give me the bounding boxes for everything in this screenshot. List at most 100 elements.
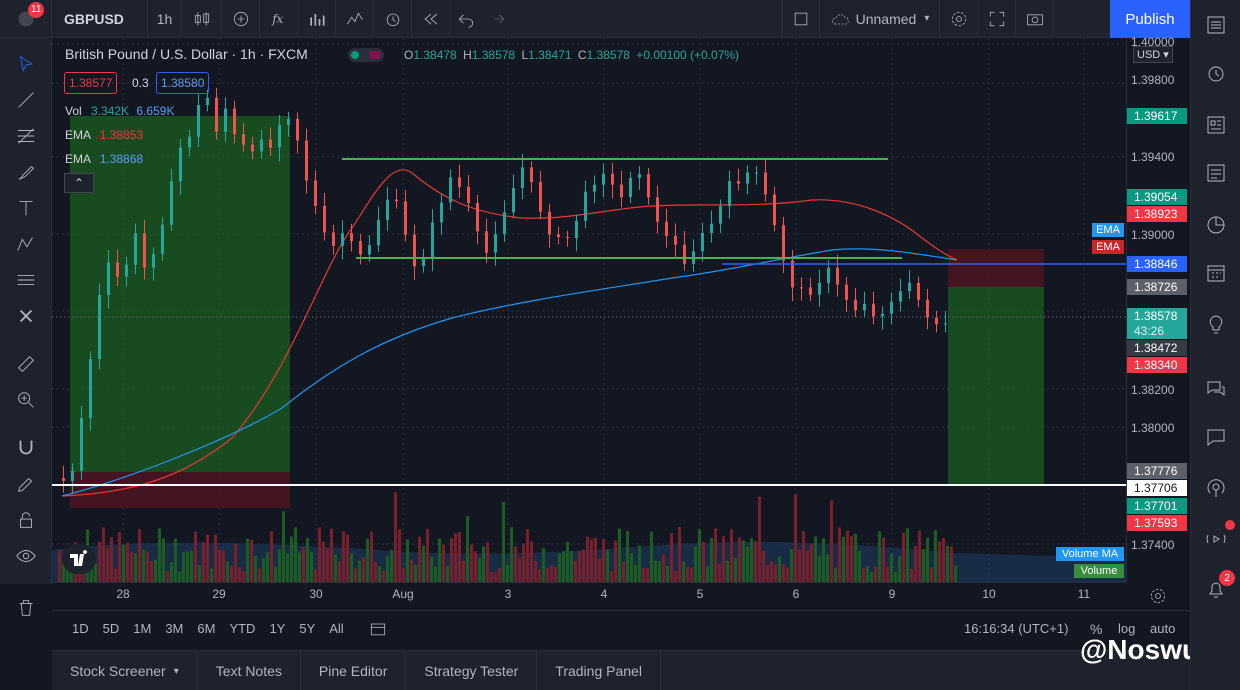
- volume-bar: [378, 566, 381, 582]
- range-6m[interactable]: 6M: [197, 621, 215, 636]
- tab-strategy-tester[interactable]: Strategy Tester: [406, 651, 538, 690]
- brush-tool[interactable]: [12, 158, 40, 186]
- price-chart[interactable]: [52, 38, 1126, 582]
- price-label: 1.38200: [1131, 383, 1175, 397]
- date-range-button[interactable]: [368, 619, 392, 639]
- sell-button[interactable]: 1.38577: [64, 72, 118, 94]
- prediction-tool[interactable]: [12, 266, 40, 294]
- volume-bar: [782, 564, 785, 582]
- messages-button[interactable]: [1203, 424, 1229, 450]
- chart-type-button[interactable]: [182, 0, 222, 38]
- financials-button[interactable]: [336, 0, 374, 38]
- fib-tool[interactable]: [12, 122, 40, 150]
- lightbulb-icon: [1209, 315, 1223, 334]
- templates-button[interactable]: [298, 0, 336, 38]
- volume-bar: [326, 548, 329, 582]
- alert-button[interactable]: [374, 0, 412, 38]
- data-window-button[interactable]: [1203, 112, 1229, 138]
- volume-bar: [634, 564, 637, 582]
- hide-drawings-tool[interactable]: [12, 542, 40, 570]
- calendar-button[interactable]: [1203, 212, 1229, 238]
- replay-button[interactable]: [412, 0, 450, 38]
- currency-select[interactable]: USD ▾: [1133, 46, 1173, 63]
- volume-bar: [318, 527, 321, 582]
- chart-canvas[interactable]: [52, 38, 1126, 582]
- cursor-tool[interactable]: [12, 50, 40, 78]
- volume-bar: [870, 571, 873, 582]
- candle-body: [881, 313, 884, 317]
- streams-button[interactable]: [1203, 476, 1229, 502]
- stay-drawing-tool[interactable]: [12, 470, 40, 498]
- lock-drawings-tool[interactable]: [12, 506, 40, 534]
- volume-bar: [614, 540, 617, 582]
- volume-bar: [314, 569, 317, 582]
- compare-button[interactable]: [222, 0, 260, 38]
- range-1d[interactable]: 1D: [72, 621, 89, 636]
- ideas-button[interactable]: [1203, 312, 1229, 338]
- time-axis[interactable]: 28 29 30 Aug 3 4 5 6 9 10 11: [52, 582, 1126, 608]
- volume-bar: [846, 530, 849, 582]
- events-button[interactable]: [1203, 260, 1229, 286]
- volume-bar: [506, 564, 509, 582]
- volume-legend[interactable]: Vol 3.342K 6.659K: [65, 104, 174, 118]
- price-axis[interactable]: 1.40000 USD ▾ 1.39800 1.39400 1.39000 1.…: [1126, 35, 1190, 582]
- tab-pine-editor[interactable]: Pine Editor: [301, 651, 407, 690]
- interval-button[interactable]: 1h: [148, 0, 182, 38]
- delete-drawings-tool[interactable]: [12, 594, 40, 622]
- buy-button[interactable]: 1.38580: [156, 72, 210, 94]
- volume-bar: [918, 530, 921, 582]
- volume-bar: [278, 549, 281, 582]
- text-tool[interactable]: [12, 194, 40, 222]
- tab-stock-screener[interactable]: Stock Screener ▾: [52, 651, 198, 690]
- live-button[interactable]: [1203, 526, 1229, 552]
- settings-button[interactable]: [940, 0, 978, 38]
- undo-button[interactable]: [450, 0, 482, 38]
- chevron-up-icon: ⌃: [73, 176, 85, 190]
- volume-bar: [474, 551, 477, 582]
- alerts-button[interactable]: [1203, 60, 1229, 86]
- range-ytd[interactable]: YTD: [229, 621, 255, 636]
- symbol-search[interactable]: GBPUSD: [52, 0, 148, 38]
- watchlist-button[interactable]: [1203, 12, 1229, 38]
- magnet-tool[interactable]: [12, 434, 40, 462]
- range-1y[interactable]: 1Y: [269, 621, 285, 636]
- tab-trading-panel[interactable]: Trading Panel: [537, 651, 661, 690]
- candle-body: [728, 181, 731, 207]
- remove-tool[interactable]: [12, 302, 40, 330]
- candle-body: [422, 258, 425, 267]
- range-5d[interactable]: 5D: [103, 621, 120, 636]
- tv-logo[interactable]: [62, 544, 96, 574]
- market-status[interactable]: [348, 48, 388, 64]
- candle-body: [161, 224, 164, 255]
- trendline-tool[interactable]: [12, 86, 40, 114]
- expand-button[interactable]: [978, 0, 1016, 38]
- clock-readout[interactable]: 16:16:34 (UTC+1): [964, 621, 1068, 636]
- volume-bar: [406, 539, 409, 582]
- ema1-legend[interactable]: EMA 1.38853: [65, 128, 143, 142]
- tab-text-notes[interactable]: Text Notes: [198, 651, 301, 690]
- hotlist-button[interactable]: [1203, 160, 1229, 186]
- volume-bar: [922, 549, 925, 582]
- volume-bar: [282, 511, 285, 582]
- range-1m[interactable]: 1M: [133, 621, 151, 636]
- axis-settings-button[interactable]: [1148, 586, 1168, 606]
- snapshot-button[interactable]: [1016, 0, 1054, 38]
- chats-button[interactable]: [1203, 376, 1229, 402]
- fullscreen-toggle[interactable]: [782, 0, 820, 38]
- last-price-tag: 1.38578: [1127, 308, 1187, 324]
- pattern-tool[interactable]: [12, 230, 40, 258]
- menu-button[interactable]: 11: [0, 0, 52, 38]
- indicators-button[interactable]: fx: [260, 0, 298, 38]
- publish-button[interactable]: Publish: [1110, 0, 1190, 38]
- collapse-legend-button[interactable]: ⌃: [64, 173, 94, 193]
- zoom-tool[interactable]: [12, 386, 40, 414]
- measure-tool[interactable]: [12, 350, 40, 378]
- volume-bar: [890, 554, 893, 582]
- redo-button[interactable]: [482, 0, 782, 38]
- range-all[interactable]: All: [329, 621, 343, 636]
- candle-body: [269, 139, 272, 148]
- range-3m[interactable]: 3M: [165, 621, 183, 636]
- range-5y[interactable]: 5Y: [299, 621, 315, 636]
- ema2-legend[interactable]: EMA 1.38868: [65, 152, 143, 166]
- layout-name-button[interactable]: Unnamed ▾: [820, 0, 940, 38]
